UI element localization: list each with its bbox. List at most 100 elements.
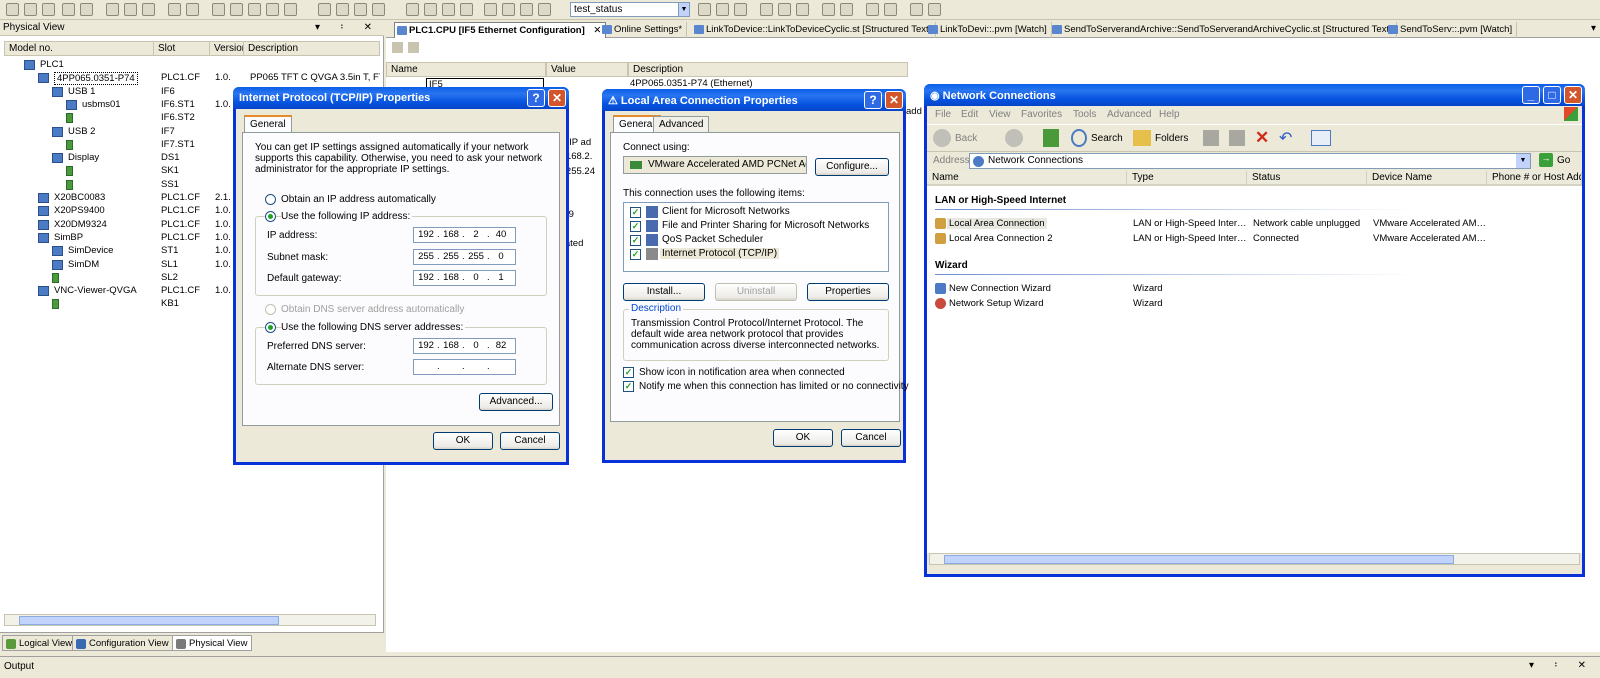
tool-icon[interactable]	[734, 3, 747, 16]
window-icon[interactable]	[484, 3, 497, 16]
cancel-button[interactable]: Cancel	[841, 429, 901, 447]
horizontal-scrollbar[interactable]	[929, 553, 1580, 565]
go-arrow-icon[interactable]: →	[1539, 153, 1553, 167]
address-field[interactable]: Network Connections ▼	[969, 153, 1531, 169]
tool-icon[interactable]	[392, 42, 403, 53]
tab-physical-view[interactable]: Physical View	[172, 635, 253, 651]
cut-icon[interactable]	[106, 3, 119, 16]
checkbox-file-sharing[interactable]: ✓	[630, 221, 641, 232]
go-button[interactable]: Go	[1557, 155, 1570, 166]
grid-icon[interactable]	[318, 3, 331, 16]
tool-icon[interactable]	[778, 3, 791, 16]
column-header-description[interactable]: Description	[244, 41, 380, 56]
properties-button[interactable]: Properties	[807, 283, 889, 301]
column-header-name[interactable]: Name	[386, 62, 546, 77]
window-icon[interactable]	[520, 3, 533, 16]
notify-checkbox[interactable]: ✓	[623, 381, 634, 392]
tab-list-icon[interactable]: ▾	[1591, 23, 1596, 34]
ok-button[interactable]: OK	[433, 432, 493, 450]
column-header-device[interactable]: Device Name	[1367, 171, 1487, 186]
show-icon-checkbox[interactable]: ✓	[623, 367, 634, 378]
ip-address-field[interactable]: 192. 168. 2. 40	[413, 227, 516, 243]
up-folder-icon[interactable]	[1043, 129, 1059, 147]
window-icon[interactable]	[502, 3, 515, 16]
configure-button[interactable]: Configure...	[815, 158, 889, 176]
maximize-button[interactable]: □	[1543, 86, 1561, 104]
copy-icon[interactable]	[124, 3, 137, 16]
subnet-mask-field[interactable]: 255. 255. 255. 0	[413, 249, 516, 265]
scrollbar-thumb[interactable]	[19, 616, 279, 625]
tool-icon[interactable]	[698, 3, 711, 16]
tab-ethernet-configuration[interactable]: PLC1.CPU [IF5 Ethernet Configuration] ✕	[394, 22, 607, 38]
alternate-dns-field[interactable]: ...	[413, 359, 516, 375]
tab-linktodevi-watch[interactable]: LinkToDevi::.pvm [Watch]	[926, 22, 1052, 38]
tool-icon[interactable]	[408, 42, 419, 53]
column-header-value[interactable]: Value	[546, 62, 628, 77]
tool-icon[interactable]	[866, 3, 879, 16]
open-folder-icon[interactable]	[42, 3, 55, 16]
help-button[interactable]: ?	[864, 91, 882, 109]
column-header-model[interactable]: Model no.	[4, 41, 154, 56]
menu-file[interactable]: File	[935, 109, 951, 120]
delete-icon[interactable]	[212, 3, 225, 16]
save-all-icon[interactable]	[80, 3, 93, 16]
column-header-status[interactable]: Status	[1247, 171, 1367, 186]
tab-linktodevice-st[interactable]: LinkToDevice::LinkToDeviceCyclic.st [Str…	[692, 22, 937, 38]
chevron-down-icon[interactable]: ▼	[1516, 154, 1530, 168]
cancel-button[interactable]: Cancel	[500, 432, 560, 450]
tree-row[interactable]: PLC1	[0, 59, 384, 72]
search-icon[interactable]	[406, 3, 419, 16]
menu-edit[interactable]: Edit	[961, 109, 978, 120]
help-button[interactable]: ?	[527, 89, 545, 107]
checkbox-qos[interactable]: ✓	[630, 235, 641, 246]
menu-advanced[interactable]: Advanced	[1107, 109, 1151, 120]
power-icon[interactable]	[460, 3, 473, 16]
tool-icon[interactable]	[442, 3, 455, 16]
tab-sendtoserver-st[interactable]: SendToServerandArchive::SendToServerandA…	[1050, 22, 1397, 38]
use-dns-radio[interactable]	[265, 322, 276, 333]
checkbox-tcpip[interactable]: ✓	[630, 249, 641, 260]
tool-icon[interactable]	[760, 3, 773, 16]
tool-icon[interactable]	[248, 3, 261, 16]
globe-icon[interactable]	[910, 3, 923, 16]
column-header-version[interactable]: Version	[210, 41, 244, 56]
scrollbar-thumb[interactable]	[944, 555, 1454, 564]
close-button[interactable]: ✕	[548, 89, 566, 107]
tab-general[interactable]: General	[244, 115, 292, 132]
search-icon[interactable]	[1071, 129, 1087, 147]
use-ip-radio[interactable]	[265, 211, 276, 222]
items-list[interactable]: ✓ Client for Microsoft Networks ✓ File a…	[623, 202, 889, 272]
tab-online-settings[interactable]: Online Settings*	[600, 22, 688, 38]
advanced-button[interactable]: Advanced...	[479, 393, 553, 411]
uninstall-button[interactable]: Uninstall	[715, 283, 797, 301]
arrow-up-icon[interactable]	[822, 3, 835, 16]
undo-icon[interactable]	[168, 3, 181, 16]
table-icon[interactable]	[336, 3, 349, 16]
column-header-description[interactable]: Description	[628, 62, 908, 77]
views-icon[interactable]	[1311, 130, 1331, 146]
minimize-button[interactable]: _	[1522, 86, 1540, 104]
undo-icon[interactable]: ↶	[1279, 128, 1292, 148]
column-header-slot[interactable]: Slot	[154, 41, 210, 56]
column-header-name[interactable]: Name	[927, 171, 1127, 186]
column-header-type[interactable]: Type	[1127, 171, 1247, 186]
close-button[interactable]: ✕	[885, 91, 903, 109]
tool-icon[interactable]	[372, 3, 385, 16]
refresh-icon[interactable]	[230, 3, 243, 16]
tab-advanced[interactable]: Advanced	[653, 116, 710, 133]
window-icon[interactable]	[538, 3, 551, 16]
back-arrow-icon[interactable]	[933, 129, 951, 147]
menu-tools[interactable]: Tools	[1073, 109, 1096, 120]
tool-icon[interactable]	[266, 3, 279, 16]
forward-arrow-icon[interactable]	[1005, 129, 1023, 147]
tool-icon[interactable]	[928, 3, 941, 16]
tool-icon[interactable]	[284, 3, 297, 16]
new-icon[interactable]	[6, 3, 19, 16]
menu-favorites[interactable]: Favorites	[1021, 109, 1062, 120]
preferred-dns-field[interactable]: 192. 168. 0. 82	[413, 338, 516, 354]
delete-icon[interactable]: ✕	[1255, 128, 1269, 148]
folders-icon[interactable]	[1133, 130, 1151, 146]
gateway-field[interactable]: 192. 168. 0. 1	[413, 270, 516, 286]
folders-label[interactable]: Folders	[1155, 133, 1188, 144]
tool-icon[interactable]	[354, 3, 367, 16]
